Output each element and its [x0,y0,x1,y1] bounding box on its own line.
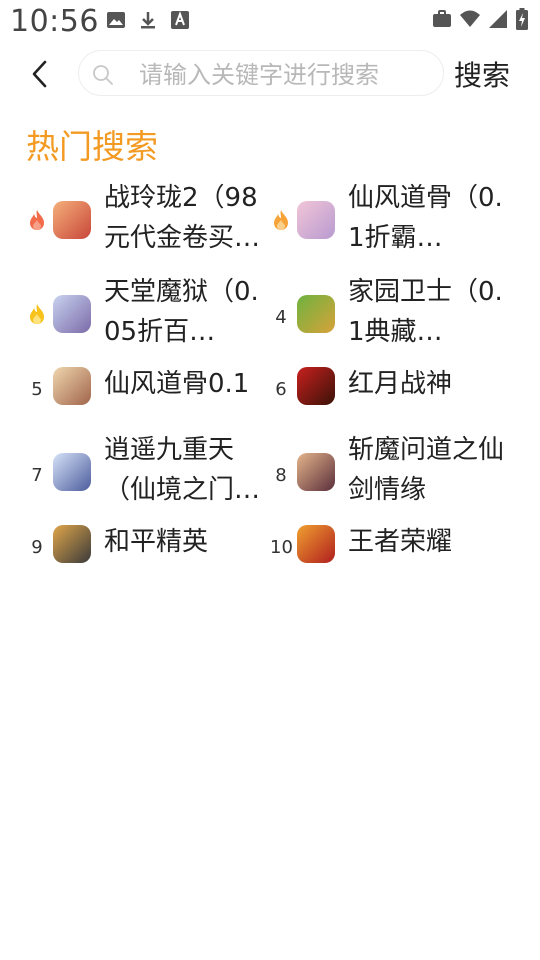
hot-search-name: 斩魔问道之仙剑情缘 [348,435,505,505]
flame-yellow-icon [26,303,48,327]
hot-search-item[interactable]: 9 和平精英 [26,524,268,564]
image-icon [107,12,125,28]
search-input[interactable] [137,57,431,93]
battery-charging-icon [516,8,528,30]
hot-rank-number: 5 [31,379,43,400]
game-thumb-hongyue [297,367,335,405]
signal-icon [489,10,507,28]
briefcase-icon [433,10,451,27]
hot-search-name: 红月战神 [348,369,453,399]
hot-search-item[interactable]: 5 仙风道骨0.1 [26,366,268,406]
game-thumb-jiayuan [297,295,335,333]
download-icon [141,12,155,29]
hot-search-name: 仙风道骨0.1 [104,369,250,399]
hot-rank-number: 8 [275,465,287,486]
hot-search-item[interactable]: 天堂魔狱（0.05折百… [26,270,268,358]
hot-search-name: 天堂魔狱（0.05折百… [104,277,259,347]
game-thumb-zhanmo [297,453,335,491]
search-icon [93,65,113,85]
search-header: 搜索 [0,48,540,100]
hot-search-item[interactable]: 仙风道骨（0.1折霸… [270,176,512,264]
hot-search-item[interactable]: 战玲珑2（98元代金卷买… [26,176,268,264]
font-icon [171,11,189,29]
hot-search-item[interactable]: 6 红月战神 [270,366,512,406]
game-thumb-heping [53,525,91,563]
status-time: 10:56 [10,4,99,39]
chevron-left-icon [32,60,47,88]
system-icons [432,8,528,30]
search-button[interactable]: 搜索 [454,54,510,94]
hot-rank-number: 9 [31,537,43,558]
hot-search-name: 战玲珑2（98元代金卷买… [104,183,261,253]
game-thumb-tiantang [53,295,91,333]
game-thumb-xiaoyao [53,453,91,491]
game-thumb-zhanlinglong [53,201,91,239]
hot-rank-number: 7 [31,465,43,486]
game-thumb-xianfeng [297,201,335,239]
hot-rank-number: 4 [275,307,287,328]
search-box[interactable] [78,50,444,96]
game-thumb-wangzhe [297,525,335,563]
hot-search-title: 热门搜索 [26,127,158,166]
flame-red-icon [26,209,48,233]
hot-rank-number: 10 [270,537,293,558]
hot-search-item[interactable]: 10 王者荣耀 [270,524,512,564]
hot-search-item[interactable]: 8 斩魔问道之仙剑情缘 [270,428,512,516]
back-button[interactable] [24,54,54,94]
hot-search-name: 和平精英 [104,527,209,557]
game-thumb-xianfeng01 [53,367,91,405]
hot-search-name: 王者荣耀 [348,527,453,557]
hot-search-name: 逍遥九重天（仙境之门… [104,435,261,505]
wifi-icon [460,10,480,27]
hot-search-item[interactable]: 4 家园卫士（0.1典藏… [270,270,512,358]
status-bar: 10:56 [0,0,540,44]
hot-search-item[interactable]: 7 逍遥九重天（仙境之门… [26,428,268,516]
notification-icons [106,10,190,30]
hot-search-name: 家园卫士（0.1典藏… [348,277,503,347]
hot-rank-number: 6 [275,379,287,400]
flame-orange-icon [270,209,292,233]
hot-search-name: 仙风道骨（0.1折霸… [348,183,503,253]
